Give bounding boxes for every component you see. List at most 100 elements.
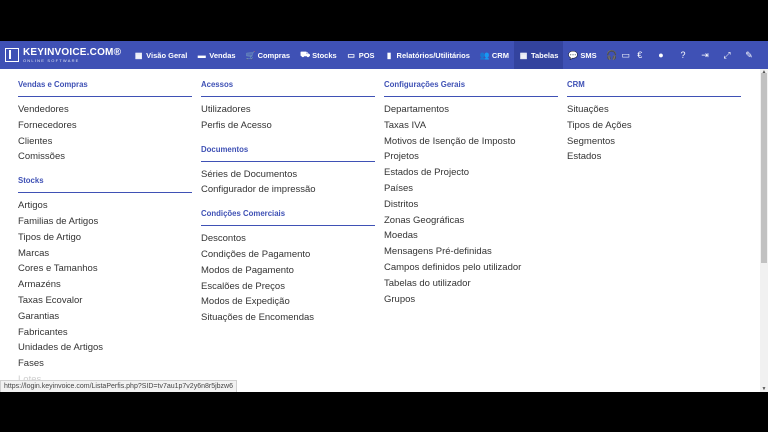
menu-link[interactable]: Departamentos — [384, 102, 558, 118]
menu-link[interactable]: Marcas — [18, 246, 192, 262]
menu-link[interactable]: Mensagens Pré-definidas — [384, 244, 558, 260]
menu-link[interactable]: Cores e Tamanhos — [18, 261, 192, 277]
menu-link[interactable]: Fabricantes — [18, 325, 192, 341]
menu-link[interactable]: Modos de Pagamento — [201, 263, 375, 279]
user-icon[interactable]: ● — [650, 41, 672, 69]
menu-link[interactable]: Segmentos — [567, 134, 741, 150]
dashboard-icon: ▦ — [134, 50, 143, 60]
section-title: Condições Comerciais — [201, 203, 375, 227]
menu-link[interactable]: Séries de Documentos — [201, 167, 375, 183]
menu-link[interactable]: Configurador de impressão — [201, 182, 375, 198]
menu-link[interactable]: Armazéns — [18, 277, 192, 293]
menu-link[interactable]: Comissões — [18, 149, 192, 165]
menu-column-2: Acessos Utilizadores Perfis de Acesso Docum… — [201, 69, 375, 331]
menu-link[interactable]: Clientes — [18, 134, 192, 150]
nav-label: Stocks — [312, 50, 337, 60]
page-scrollbar[interactable]: ▲ ▼ — [760, 69, 768, 392]
nav-label: Tabelas — [530, 50, 559, 60]
menu-link[interactable]: Fornecedores — [18, 118, 192, 134]
menu-link[interactable]: Fases — [18, 356, 192, 372]
brand-tagline: ONLINE SOFTWARE — [23, 57, 80, 63]
nav-compras[interactable]: 🛒 Compras — [241, 41, 296, 69]
menu-link[interactable]: Unidades de Artigos — [18, 340, 192, 356]
section-title: Configurações Gerais — [384, 74, 558, 97]
menu-link[interactable]: Estados — [567, 149, 741, 165]
main-menu: ▦ Visão Geral ▬ Vendas 🛒 Compras ⛟ Stocks ▭ POS ▮ R… — [129, 41, 564, 69]
nav-sms[interactable]: 💬 SMS — [563, 41, 601, 69]
nav-label: CRM — [491, 50, 509, 60]
nav-relat-rios-utilit-rios[interactable]: ▮ Relatórios/Utilitários — [380, 41, 475, 69]
menu-link[interactable]: Situações — [567, 102, 741, 118]
sms-icon: 💬 — [568, 50, 579, 60]
nav-label: Relatórios/Utilitários — [396, 50, 470, 60]
menu-column-1: Vendas e Compras Vendedores Fornecedores Cl… — [18, 69, 192, 392]
help-icon[interactable]: ? — [672, 41, 694, 69]
menu-column-3: Configurações Gerais Departamentos Taxas I… — [384, 69, 558, 312]
menu-link[interactable]: Familias de Artigos — [18, 214, 192, 230]
truck-icon: ⛟ — [300, 50, 311, 59]
menu-link[interactable]: Utilizadores — [201, 102, 375, 118]
fullscreen-icon[interactable]: ⤢ — [716, 41, 738, 69]
nav-label: Compras — [257, 50, 291, 60]
menu-link[interactable]: Situações de Encomendas — [201, 310, 375, 326]
menu-link[interactable]: Países — [384, 181, 558, 197]
scroll-down-arrow-icon[interactable]: ▼ — [760, 386, 768, 392]
menu-link[interactable]: Distritos — [384, 197, 558, 213]
monitor-icon: ▭ — [347, 50, 355, 60]
section-title: Documentos — [201, 139, 375, 162]
section-title: CRM — [567, 74, 741, 97]
section-title: Vendas e Compras — [18, 74, 192, 97]
menu-link[interactable]: Grupos — [384, 292, 558, 308]
nav-label: Vendas — [209, 50, 236, 60]
menu-link[interactable]: Garantias — [18, 309, 192, 325]
menu-column-4: CRM Situações Tipos de Ações Segmentos Estad… — [567, 69, 741, 170]
menu-link[interactable]: Projetos — [384, 149, 558, 165]
folder-icon[interactable]: ▭ — [619, 41, 633, 69]
sales-icon: ▬ — [197, 50, 206, 60]
section-title: Acessos — [201, 74, 375, 97]
menu-link[interactable]: Campos definidos pelo utilizador — [384, 260, 558, 276]
nav-crm[interactable]: 👥 CRM — [475, 41, 514, 69]
scroll-thumb[interactable] — [761, 73, 767, 263]
edit-icon[interactable]: ✎ — [738, 41, 760, 69]
nav-sms-label: SMS — [580, 50, 597, 60]
keyinvoice-logo-icon — [5, 48, 19, 62]
table-icon: ▦ — [519, 50, 528, 60]
cart-icon: 🛒 — [245, 50, 256, 60]
menu-link[interactable]: Descontos — [201, 231, 375, 247]
tool-icons: 🎧 ▭ € — [605, 41, 647, 69]
bar-chart-icon: ▮ — [386, 50, 392, 60]
menu-link[interactable]: Tipos de Artigo — [18, 230, 192, 246]
menu-link[interactable]: Vendedores — [18, 102, 192, 118]
menu-link[interactable]: Zonas Geográficas — [384, 213, 558, 229]
nav-vendas[interactable]: ▬ Vendas — [192, 41, 240, 69]
menu-link[interactable]: Taxas IVA — [384, 118, 558, 134]
menu-link[interactable]: Modos de Expedição — [201, 294, 375, 310]
menu-link[interactable]: Tipos de Ações — [567, 118, 741, 134]
headset-icon[interactable]: 🎧 — [605, 41, 619, 69]
menu-link[interactable]: Moedas — [384, 228, 558, 244]
menu-link[interactable]: Artigos — [18, 198, 192, 214]
menu-link[interactable]: Motivos de Isenção de Imposto — [384, 134, 558, 150]
menu-link[interactable]: Condições de Pagamento — [201, 247, 375, 263]
menu-link[interactable]: Perfis de Acesso — [201, 118, 375, 134]
menu-link[interactable]: Tabelas do utilizador — [384, 276, 558, 292]
nav-tabelas[interactable]: ▦ Tabelas — [513, 41, 564, 69]
nav-label: POS — [358, 50, 375, 60]
menu-link[interactable]: Escalões de Preços — [201, 279, 375, 295]
menu-link[interactable]: Estados de Projecto — [384, 165, 558, 181]
nav-pos[interactable]: ▭ POS — [342, 41, 380, 69]
menu-link[interactable]: Taxas Ecovalor — [18, 293, 192, 309]
nav-label: Visão Geral — [146, 50, 188, 60]
users-icon: 👥 — [479, 50, 490, 60]
logout-icon[interactable]: ⇥ — [694, 41, 716, 69]
account-tools: ●? ⇥ ⤢ ✎ — [650, 41, 768, 69]
browser-viewport: KEYINVOICE.COM® ONLINE SOFTWARE ▦ Visão G… — [0, 41, 768, 392]
nav-vis-o-geral[interactable]: ▦ Visão Geral — [129, 41, 192, 69]
section-title: Stocks — [18, 170, 192, 194]
brand-logo[interactable]: KEYINVOICE.COM® ONLINE SOFTWARE — [0, 41, 129, 69]
nav-stocks[interactable]: ⛟ Stocks — [295, 41, 342, 69]
top-navbar: KEYINVOICE.COM® ONLINE SOFTWARE ▦ Visão G… — [0, 41, 768, 69]
euro-icon[interactable]: € — [633, 41, 647, 69]
status-bar-url: https://login.keyinvoice.com/ListaPerfis… — [0, 380, 237, 392]
